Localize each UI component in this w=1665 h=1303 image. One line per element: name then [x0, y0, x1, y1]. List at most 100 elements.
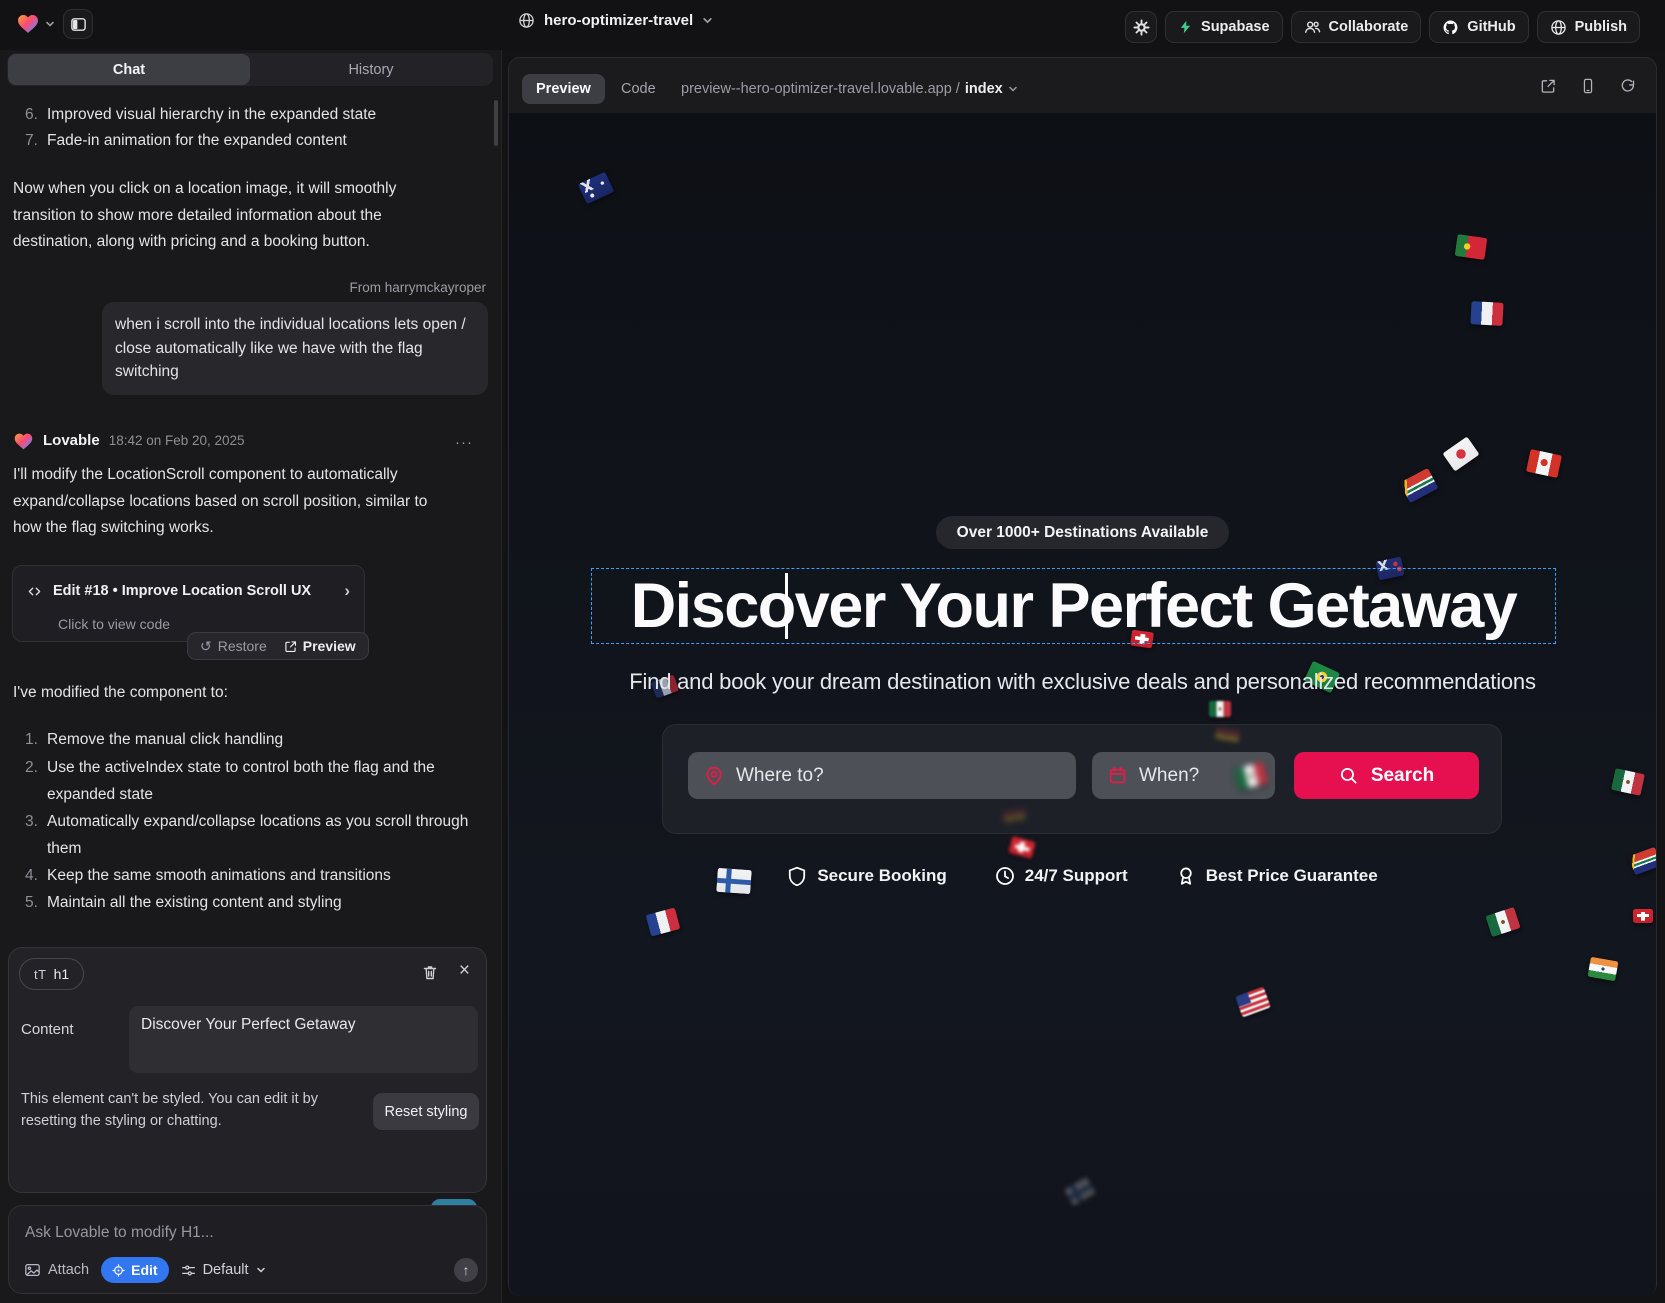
github-label: GitHub	[1467, 19, 1515, 35]
lovable-avatar-icon	[13, 431, 34, 452]
element-type-chip[interactable]: tT h1	[19, 958, 84, 990]
chevron-right-icon: ›	[344, 578, 350, 605]
award-icon	[1176, 866, 1196, 886]
text-type-icon: tT	[34, 967, 47, 982]
composer-placeholder[interactable]: Ask Lovable to modify H1...	[25, 1224, 214, 1242]
lovable-logo-icon[interactable]	[16, 12, 40, 36]
supabase-label: Supabase	[1201, 19, 1270, 35]
search-icon	[1339, 766, 1358, 785]
site-viewport: Over 1000+ Destinations Available Discov…	[509, 113, 1656, 1296]
styling-note: This element can't be styled. You can ed…	[21, 1088, 361, 1132]
url-page-name: index	[965, 81, 1003, 97]
list-item: 7.Fade-in animation for the expanded con…	[25, 128, 347, 155]
publish-button[interactable]: Publish	[1537, 11, 1640, 43]
crosshair-icon	[112, 1264, 125, 1277]
edit-mode-toggle[interactable]: Edit	[101, 1257, 168, 1283]
delete-element-button[interactable]	[422, 964, 438, 981]
sidebar-toggle-button[interactable]	[63, 9, 93, 39]
assistant-paragraph: I'll modify the LocationScroll component…	[13, 462, 445, 542]
collaborate-label: Collaborate	[1329, 19, 1409, 35]
reset-styling-button[interactable]: Reset styling	[373, 1093, 479, 1130]
tab-code[interactable]: Code	[613, 74, 664, 104]
element-tag: h1	[54, 966, 70, 982]
gear-icon	[1133, 19, 1150, 36]
close-icon[interactable]: ×	[459, 960, 470, 982]
url-chevron-down-icon	[1008, 84, 1018, 94]
collaborate-button[interactable]: Collaborate	[1291, 11, 1422, 43]
settings-button[interactable]	[1125, 11, 1157, 43]
image-icon	[24, 1262, 41, 1278]
list-item: 5.Maintain all the existing content and …	[25, 890, 502, 917]
calendar-icon	[1108, 766, 1127, 785]
restore-button[interactable]: ↺ Restore	[200, 633, 267, 660]
message-timestamp: 18:42 on Feb 20, 2025	[109, 428, 245, 455]
github-icon	[1442, 19, 1459, 36]
people-icon	[1304, 19, 1321, 36]
app-header: hero-optimizer-travel Supabase	[0, 0, 1665, 50]
edit-version-card[interactable]: Edit #18 • Improve Location Scroll UX › …	[12, 565, 365, 642]
model-mode-select[interactable]: Default	[181, 1262, 266, 1278]
search-button[interactable]: Search	[1294, 752, 1479, 799]
restore-icon: ↺	[200, 633, 212, 660]
content-field-label: Content	[21, 1021, 74, 1038]
sliders-icon	[181, 1263, 196, 1278]
trust-badges: Secure Booking 24/7 Support Best Price G…	[509, 866, 1656, 886]
project-chevron-down-icon	[702, 15, 713, 26]
list-item: 3.Automatically expand/collapse location…	[25, 809, 502, 862]
assistant-name: Lovable	[43, 428, 100, 455]
external-link-icon	[284, 640, 297, 653]
globe-icon	[1550, 19, 1567, 36]
panel-icon	[70, 16, 87, 33]
site-subtitle: Find and book your dream destination wit…	[509, 669, 1656, 695]
supabase-icon	[1178, 19, 1193, 35]
tab-preview[interactable]: Preview	[522, 74, 605, 104]
chat-sidebar: Chat History 6.Improved visual hierarchy…	[0, 50, 502, 1303]
mobile-view-icon[interactable]	[1580, 78, 1596, 94]
clock-icon	[995, 866, 1015, 886]
publish-label: Publish	[1575, 19, 1627, 35]
chevron-down-icon	[256, 1265, 266, 1275]
tab-history[interactable]: History	[250, 54, 492, 85]
preview-version-button[interactable]: Preview	[284, 633, 356, 660]
trust-item-support: 24/7 Support	[995, 866, 1128, 886]
list-item: 2.Use the activeIndex state to control b…	[25, 755, 502, 808]
where-input[interactable]: Where to?	[688, 752, 1076, 799]
shield-icon	[787, 866, 807, 886]
open-in-new-tab-icon[interactable]	[1540, 78, 1556, 94]
destinations-badge: Over 1000+ Destinations Available	[509, 516, 1656, 549]
preview-url[interactable]: preview--hero-optimizer-travel.lovable.a…	[681, 74, 1018, 104]
sidebar-tabs: Chat History	[7, 53, 493, 86]
list-item: 6.Improved visual hierarchy in the expan…	[25, 102, 376, 129]
project-switcher[interactable]: hero-optimizer-travel	[518, 12, 713, 29]
text-caret	[785, 573, 788, 639]
element-editor-panel: tT h1 × Content Discover Your Perfect Ge…	[8, 947, 487, 1193]
logo-chevron-down-icon[interactable]	[45, 19, 55, 29]
list-item: 4.Keep the same smooth animations and tr…	[25, 863, 502, 890]
assistant-message-header: Lovable 18:42 on Feb 20, 2025	[13, 428, 245, 455]
send-button[interactable]: ↑	[454, 1258, 478, 1282]
trust-item-secure: Secure Booking	[787, 866, 946, 886]
location-pin-icon	[704, 766, 724, 786]
attach-button[interactable]: Attach	[24, 1262, 89, 1278]
h1-selection-outline[interactable]: Discover Your Perfect Getaway	[591, 568, 1556, 644]
when-input[interactable]: When?	[1092, 752, 1275, 799]
tab-chat[interactable]: Chat	[8, 54, 250, 85]
chat-composer[interactable]: Ask Lovable to modify H1... Attach Edit	[8, 1205, 487, 1294]
site-headline[interactable]: Discover Your Perfect Getaway	[631, 575, 1517, 638]
trust-item-price: Best Price Guarantee	[1176, 866, 1378, 886]
edit-card-title: Edit #18 • Improve Location Scroll UX	[53, 578, 311, 605]
globe-icon	[518, 12, 535, 29]
message-author-label: From harrymckayroper	[349, 275, 486, 302]
content-textarea[interactable]: Discover Your Perfect Getaway	[129, 1006, 478, 1073]
assistant-paragraph: Now when you click on a location image, …	[13, 176, 449, 256]
search-panel: Where to? When? Search	[662, 724, 1502, 834]
preview-pane: Preview Code preview--hero-optimizer-tra…	[508, 57, 1657, 1296]
version-actions: ↺ Restore Preview	[187, 632, 369, 660]
refresh-icon[interactable]	[1620, 78, 1636, 94]
more-options-icon[interactable]: ···	[455, 430, 473, 457]
sidebar-scrollbar[interactable]	[494, 100, 498, 146]
github-button[interactable]: GitHub	[1429, 11, 1528, 43]
code-icon	[27, 585, 42, 598]
supabase-button[interactable]: Supabase	[1165, 11, 1283, 43]
user-message-bubble: when i scroll into the individual locati…	[102, 302, 488, 395]
